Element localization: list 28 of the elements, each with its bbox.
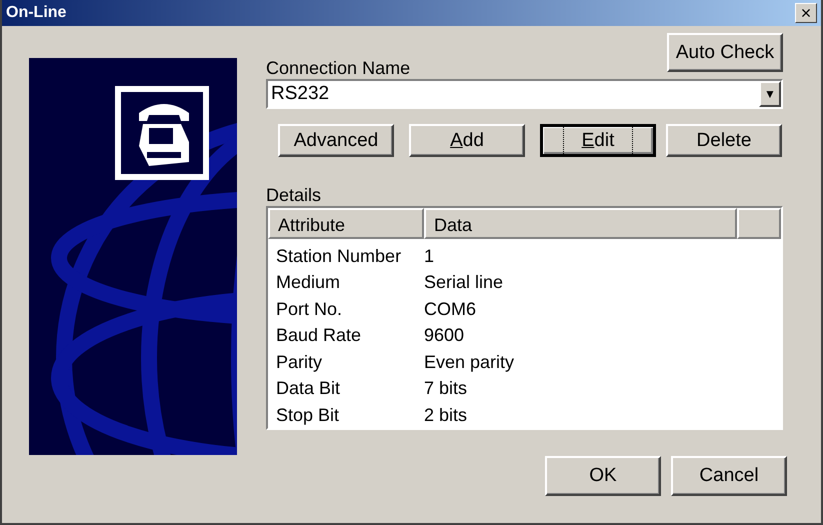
add-button[interactable]: Add (409, 124, 525, 157)
cancel-button[interactable]: Cancel (671, 456, 787, 496)
data-cell: 9600 (424, 325, 464, 346)
advanced-button[interactable]: Advanced (278, 124, 394, 157)
connection-dropdown[interactable]: RS232 ▼ (266, 79, 783, 109)
window-title: On-Line (6, 4, 66, 22)
auto-check-button[interactable]: Auto Check (667, 33, 783, 72)
data-cell: 1 (424, 246, 434, 267)
attribute-cell-text: Parity (275, 352, 324, 373)
data-cell: Even parity (424, 352, 514, 373)
attribute-cell-text: Station Number (275, 246, 402, 267)
field-label: Connection Name (266, 58, 412, 79)
column-header[interactable]: Attribute (268, 208, 424, 239)
attribute-cell-text: Stop Bit (275, 404, 340, 426)
edit-button[interactable]: Edit (540, 124, 656, 157)
attribute-cell-text: Data Bit (275, 378, 342, 400)
attribute-cell-text: Medium (275, 272, 342, 294)
ok-button[interactable]: OK (545, 456, 661, 496)
data-cell: 7 bits (424, 378, 468, 400)
attribute-cell-text: Port No. (275, 298, 344, 320)
column-header[interactable]: Data (424, 208, 737, 239)
data-cell: COM6 (424, 298, 476, 320)
section-label: Details (266, 185, 322, 206)
delete-button[interactable]: Delete (666, 124, 782, 157)
close-button[interactable]: × (795, 3, 817, 23)
data-cell: 2 bits (424, 404, 468, 426)
attribute-cell-text: Baud Rate (275, 325, 362, 346)
data-cell: Serial line (424, 272, 504, 294)
